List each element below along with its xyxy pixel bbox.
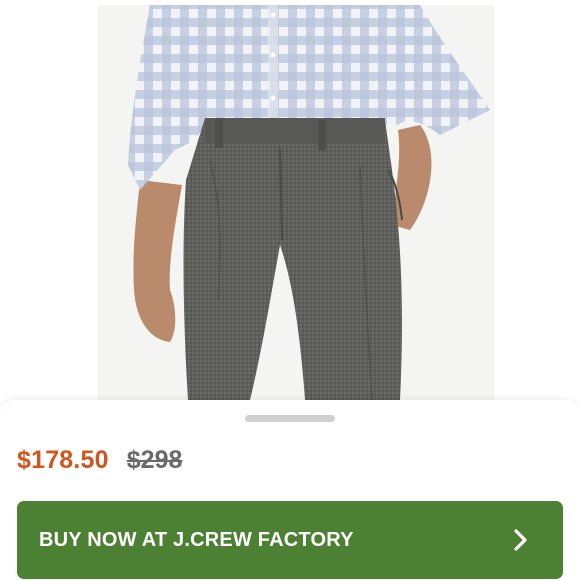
product-sheet-screen: $178.50 $298 BUY NOW AT J.CREW FACTORY <box>0 0 580 580</box>
buy-now-label: BUY NOW AT J.CREW FACTORY <box>39 528 354 551</box>
purchase-sheet: $178.50 $298 BUY NOW AT J.CREW FACTORY <box>0 400 580 580</box>
product-photo <box>0 0 580 405</box>
drag-handle[interactable] <box>245 415 335 422</box>
sale-price: $178.50 <box>17 446 109 474</box>
chevron-right-icon <box>513 529 529 551</box>
product-image[interactable] <box>0 0 580 405</box>
price-row: $178.50 $298 <box>17 446 182 475</box>
original-price: $298 <box>126 446 183 474</box>
buy-now-button[interactable]: BUY NOW AT J.CREW FACTORY <box>17 501 563 579</box>
